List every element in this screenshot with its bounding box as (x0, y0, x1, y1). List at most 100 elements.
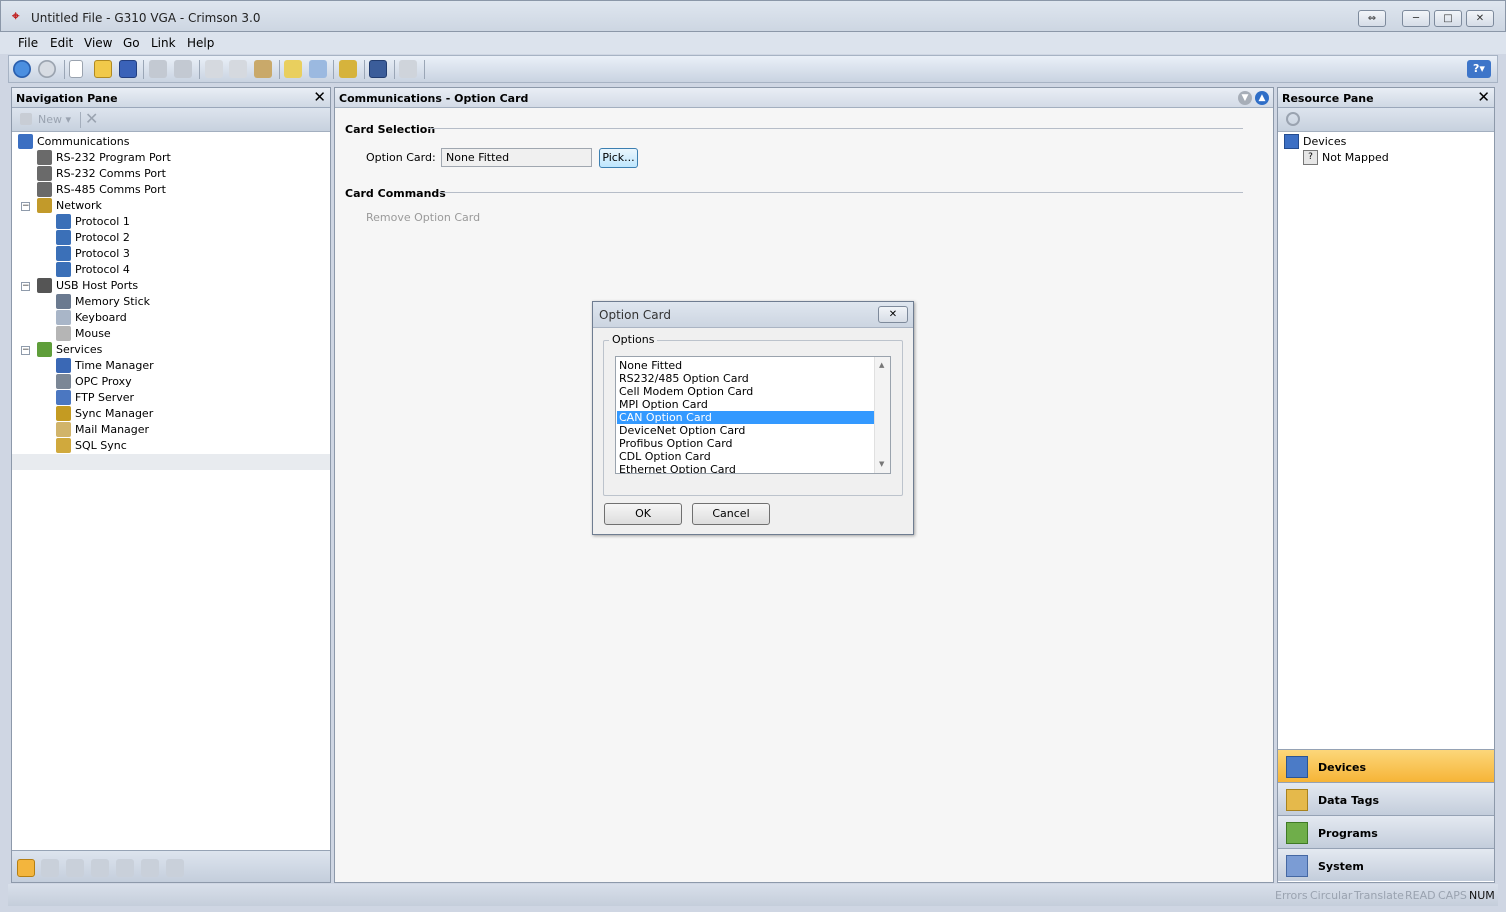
ok-button[interactable]: OK (604, 503, 682, 525)
close-button[interactable]: ✕ (1466, 10, 1494, 27)
tree-label: Memory Stick (75, 295, 151, 308)
find-all-icon[interactable] (284, 60, 302, 78)
back-icon[interactable] (13, 60, 31, 78)
collapse-icon[interactable]: − (21, 282, 30, 291)
toolbar-separator (143, 60, 144, 79)
list-item[interactable]: RS232/485 Option Card (617, 372, 874, 385)
remove-option-card-button[interactable]: Remove Option Card (366, 211, 480, 224)
collapse-icon[interactable]: − (21, 202, 30, 211)
display-pages-icon[interactable] (66, 859, 84, 877)
search-icon[interactable] (1286, 112, 1300, 126)
open-file-icon[interactable] (94, 60, 112, 78)
image-icon[interactable] (141, 859, 159, 877)
collapse-icon[interactable]: − (21, 346, 30, 355)
resource-pane-title: Resource Pane (1282, 92, 1374, 105)
tree-label: FTP Server (75, 391, 135, 404)
new-button[interactable]: New ▾ (38, 113, 71, 126)
category-data-tags[interactable]: Data Tags (1278, 782, 1494, 815)
resource-pane: Resource Pane ✕ Devices ? Not Mapped Dev… (1277, 87, 1495, 883)
option-card-dialog: Option Card ✕ Options None Fitted RS232/4… (592, 301, 914, 535)
undo-icon[interactable] (149, 60, 167, 78)
redo-icon[interactable] (174, 60, 192, 78)
sql-icon (56, 438, 71, 453)
find-icon[interactable] (309, 60, 327, 78)
category-devices[interactable]: Devices (1278, 749, 1494, 782)
down-icon[interactable]: ▼ (1238, 91, 1252, 105)
tree-label: RS-232 Program Port (56, 151, 171, 164)
delete-icon[interactable]: ✕ (85, 109, 98, 128)
dialog-title-bar: Option Card ✕ (593, 302, 913, 328)
up-icon[interactable]: ▲ (1255, 91, 1269, 105)
copy-icon[interactable] (229, 60, 247, 78)
list-item[interactable]: MPI Option Card (617, 398, 874, 411)
compile-icon[interactable] (339, 60, 357, 78)
help-icon[interactable]: ?▾ (1467, 60, 1491, 78)
paste-icon[interactable] (254, 60, 272, 78)
list-item[interactable]: Cell Modem Option Card (617, 385, 874, 398)
close-icon[interactable]: ✕ (313, 89, 326, 105)
tree-label: Protocol 1 (75, 215, 130, 228)
navigation-pane-header: Navigation Pane ✕ (12, 88, 330, 108)
menu-file[interactable]: File (18, 36, 38, 50)
card-selection-heading: Card Selection (345, 123, 436, 136)
list-item[interactable]: CAN Option Card (617, 411, 874, 424)
minimize-button[interactable]: ─ (1402, 10, 1430, 27)
category-label: Programs (1318, 827, 1378, 840)
scroll-up-icon[interactable]: ▲ (879, 361, 884, 369)
logger-icon[interactable] (166, 859, 184, 877)
dialog-title: Option Card (599, 308, 671, 322)
menu-link[interactable]: Link (151, 36, 176, 50)
communications-icon[interactable] (17, 859, 35, 877)
programs-icon[interactable] (91, 859, 109, 877)
list-item[interactable]: None Fitted (617, 359, 874, 372)
close-icon[interactable]: ✕ (1477, 89, 1490, 105)
monitor-icon[interactable] (369, 60, 387, 78)
dialog-close-button[interactable]: ✕ (878, 306, 908, 323)
options-listbox[interactable]: None Fitted RS232/485 Option Card Cell Mod… (615, 356, 891, 474)
option-card-field[interactable]: None Fitted (441, 148, 592, 167)
data-tags-icon[interactable] (41, 859, 59, 877)
maximize-button[interactable]: □ (1434, 10, 1462, 27)
card-commands-heading: Card Commands (345, 187, 446, 200)
category-label: Data Tags (1318, 794, 1379, 807)
list-item[interactable]: Profibus Option Card (617, 437, 874, 450)
navigation-toolbar: New ▾ ✕ (12, 108, 330, 132)
web-server-icon[interactable] (116, 859, 134, 877)
save-icon[interactable] (119, 60, 137, 78)
list-item[interactable]: Ethernet Option Card (617, 463, 874, 473)
wand-icon[interactable] (399, 60, 417, 78)
pick-button[interactable]: Pick... (599, 148, 638, 168)
category-label: Devices (1318, 761, 1367, 774)
list-item[interactable]: DeviceNet Option Card (617, 424, 874, 437)
new-item-icon (20, 113, 32, 125)
status-errors: Errors (1275, 889, 1308, 902)
toolbar-separator (279, 60, 280, 79)
listbox-scrollbar[interactable]: ▲ ▼ (874, 357, 890, 473)
cut-icon[interactable] (205, 60, 223, 78)
system-icon (1286, 855, 1308, 877)
protocol-icon (56, 262, 71, 277)
new-file-icon[interactable] (69, 60, 83, 78)
tree-label: Not Mapped (1322, 151, 1389, 164)
forward-icon[interactable] (38, 60, 56, 78)
cancel-button[interactable]: Cancel (692, 503, 770, 525)
menu-go[interactable]: Go (123, 36, 140, 50)
switch-button[interactable]: ⇔ (1358, 10, 1386, 27)
tree-label: Sync Manager (75, 407, 154, 420)
port-icon (37, 182, 52, 197)
resource-toolbar (1278, 108, 1494, 132)
tree-label: Protocol 3 (75, 247, 130, 260)
navigation-pane: Navigation Pane ✕ New ▾ ✕ Communications… (11, 87, 331, 883)
menu-edit[interactable]: Edit (50, 36, 73, 50)
menu-help[interactable]: Help (187, 36, 214, 50)
tree-label: Time Manager (75, 359, 154, 372)
list-item[interactable]: CDL Option Card (617, 450, 874, 463)
status-translate: Translate (1354, 889, 1404, 902)
usb-icon (37, 278, 52, 293)
category-system[interactable]: System (1278, 848, 1494, 881)
menu-view[interactable]: View (84, 36, 112, 50)
toolbar-separator (333, 60, 334, 79)
resource-pane-header: Resource Pane ✕ (1278, 88, 1494, 108)
scroll-down-icon[interactable]: ▼ (879, 460, 884, 468)
category-programs[interactable]: Programs (1278, 815, 1494, 848)
